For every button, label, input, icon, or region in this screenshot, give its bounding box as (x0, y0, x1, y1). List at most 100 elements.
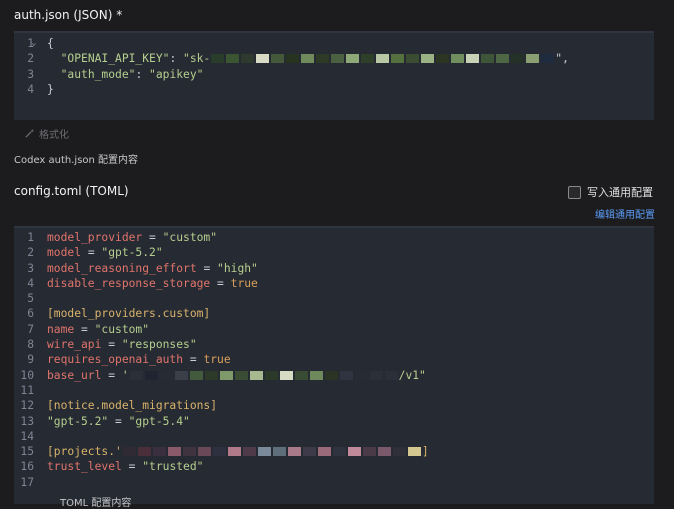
code-content: { (47, 36, 54, 51)
code-token: { (47, 37, 54, 50)
code-token: ' (121, 368, 129, 382)
code-token: "gpt-5.2" (101, 246, 163, 260)
code-line: 2 model = "gpt-5.2" (14, 245, 654, 260)
code-token: name (47, 322, 75, 336)
code-line: 4 disable_response_storage = true (14, 276, 654, 291)
auth-json-editor[interactable]: 1 ⌄{2 "OPENAI_API_KEY": "sk- ", 3 "auth_mod… (14, 31, 654, 120)
code-token: "high" (217, 261, 258, 275)
code-content: [notice.model_migrations] (47, 398, 217, 413)
code-content: [model_providers.custom] (47, 306, 210, 321)
code-token: } (47, 82, 54, 96)
redacted-pixelation (122, 445, 422, 458)
code-token: trust_level (47, 460, 122, 474)
code-token: wire_api (47, 338, 102, 352)
code-content: model_reasoning_effort = "high" (47, 261, 258, 276)
code-content: trust_level = "trusted" (47, 459, 203, 474)
code-token: "trusted" (142, 460, 204, 474)
config-toml-title: config.toml (TOML) (14, 184, 129, 198)
line-number: 5 (27, 292, 34, 306)
line-number: 3 (27, 67, 34, 81)
code-token: [model_providers.custom] (47, 307, 211, 321)
code-token: requires_openai_auth (47, 353, 184, 367)
code-line: 5 (14, 291, 654, 306)
chevron-down-icon[interactable]: ⌄ (31, 36, 36, 51)
code-token: ] (421, 445, 429, 459)
code-content: } (47, 82, 54, 97)
code-line: 17 (14, 475, 654, 490)
edit-common-config-link[interactable]: 编辑通用配置 (595, 206, 655, 221)
code-content: "gpt-5.2" = "gpt-5.4" (47, 414, 190, 429)
code-token: : (169, 52, 184, 66)
line-number: 10 (20, 368, 34, 382)
code-token: = (183, 353, 204, 367)
code-content: [projects.'] (47, 444, 429, 459)
code-token: "apikey" (149, 67, 204, 81)
code-token: true (203, 353, 231, 367)
auth-json-description: Codex auth.json 配置内容 (14, 155, 139, 166)
code-token: "gpt-5.2" (47, 414, 109, 428)
code-line: 16 trust_level = "trusted" (14, 459, 654, 474)
redacted-pixelation (129, 369, 399, 382)
line-number: 2 (27, 246, 34, 260)
write-common-config-toggle[interactable]: 写入通用配置 (568, 184, 653, 200)
line-number: 3 (27, 261, 34, 275)
code-line: 2 "OPENAI_API_KEY": "sk- ", (14, 51, 654, 66)
line-number: 12 (20, 399, 34, 413)
code-token: "auth_mode" (60, 67, 136, 81)
code-line: 1 model_provider = "custom" (14, 230, 654, 245)
line-number: 1 (27, 231, 34, 244)
code-content: "OPENAI_API_KEY": "sk- ", (47, 51, 569, 66)
code-content: name = "custom" (47, 322, 149, 337)
code-line: 9 requires_openai_auth = true (14, 352, 654, 367)
code-token: : (135, 67, 150, 81)
auth-json-title: auth.json (JSON) * (14, 8, 123, 22)
line-number: 7 (27, 322, 34, 336)
code-token: = (101, 368, 122, 382)
code-line: 4} (14, 82, 654, 97)
code-token: "custom" (94, 322, 150, 336)
write-common-config-label: 写入通用配置 (587, 186, 653, 199)
code-token: = (142, 231, 163, 244)
code-token: model_provider (47, 231, 143, 244)
code-line: 10 base_url = ' /v1" (14, 368, 654, 383)
code-token: = (108, 414, 129, 428)
line-number: 14 (20, 429, 34, 443)
magic-wand-icon (25, 128, 35, 138)
line-number: 4 (27, 276, 34, 290)
code-line: 3 model_reasoning_effort = "high" (14, 261, 654, 276)
code-content: wire_api = "responses" (47, 337, 197, 352)
line-number: 9 (27, 353, 34, 367)
code-token: "OPENAI_API_KEY" (60, 52, 170, 66)
code-token: = (210, 276, 231, 290)
code-line: 15 [projects.'] (14, 444, 654, 459)
code-token: "sk- (183, 52, 211, 66)
line-number: 6 (27, 307, 34, 321)
line-number: 4 (27, 82, 34, 96)
code-token: /v1" (398, 368, 426, 382)
code-token: "gpt-5.4" (128, 414, 190, 428)
code-token: = (196, 261, 218, 275)
code-token: = (101, 338, 122, 352)
format-button-label: 格式化 (39, 130, 69, 141)
code-line: 6 [model_providers.custom] (14, 306, 654, 321)
code-token: model (47, 246, 82, 260)
code-line: 8 wire_api = "responses" (14, 337, 654, 352)
code-token: = (121, 460, 143, 474)
code-token: disable_response_storage (47, 276, 211, 290)
config-toml-description: TOML 配置内容 (60, 498, 132, 509)
format-button[interactable]: 格式化 (24, 126, 69, 141)
code-content: model_provider = "custom" (47, 230, 217, 245)
code-content: "auth_mode": "apikey" (47, 67, 204, 82)
config-toml-editor[interactable]: 1 model_provider = "custom" 2 model = "gpt-… (14, 226, 654, 504)
line-number: 2 (27, 52, 34, 66)
write-common-config-checkbox[interactable] (568, 185, 581, 199)
code-token: true (230, 276, 258, 290)
code-line: 14 (14, 429, 654, 444)
code-line: 7 name = "custom" (14, 322, 654, 337)
code-line: 3 "auth_mode": "apikey" (14, 67, 654, 82)
code-token: "custom" (162, 231, 218, 244)
code-content: model = "gpt-5.2" (47, 245, 163, 260)
code-token: "responses" (121, 338, 197, 352)
